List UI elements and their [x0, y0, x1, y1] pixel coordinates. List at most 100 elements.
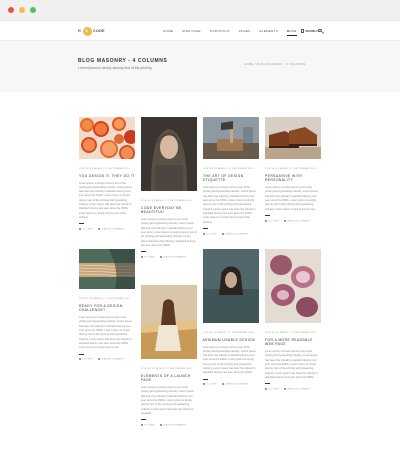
page-title: BLOG MASONRY - 4 COLUMNS	[78, 58, 168, 64]
post-excerpt: Lorem ipsum is simply dummy text of the …	[141, 218, 197, 247]
cart-button[interactable]: $0 ITEMS	[301, 29, 319, 33]
comment-link[interactable]: LEAVE A COMMENT	[283, 219, 311, 223]
nav-item-blog[interactable]: BLOG	[287, 21, 297, 41]
heart-icon	[79, 358, 81, 361]
nav-item-pages[interactable]: PAGES	[239, 21, 251, 41]
likes-link[interactable]: 15 LIKES	[79, 228, 93, 231]
post-image-boots[interactable]	[265, 117, 321, 159]
comment-label: LEAVE A COMMENT	[100, 358, 125, 361]
read-more-bar[interactable]	[141, 419, 146, 421]
comment-icon	[283, 219, 286, 222]
post-meta: POSTED BY ADMIN | 17 SEPTEMBER 2015	[141, 368, 192, 370]
heart-icon	[141, 256, 143, 259]
minimize-dot-icon[interactable]	[19, 7, 25, 13]
close-dot-icon[interactable]	[8, 7, 14, 13]
post-excerpt: Lorem ipsum is simply dummy text of the …	[265, 350, 318, 379]
post-title[interactable]: PERSUASIVE WITH PERSONALITY	[265, 174, 321, 183]
likes-link[interactable]: 15 LIKES	[203, 232, 217, 236]
comment-link[interactable]: LEAVE A COMMENT	[221, 232, 249, 235]
post-excerpt: Lorem ipsum is simply dummy text of the …	[141, 386, 194, 415]
post-meta: POSTED BY ADMIN | 17 SEPTEMBER 2015	[141, 200, 192, 202]
site-logo[interactable]: H D CODE	[78, 26, 105, 36]
post-excerpt: Lorem ipsum is simply dummy text of the …	[79, 181, 133, 219]
comment-icon	[221, 232, 224, 235]
comment-icon	[159, 256, 162, 259]
post-footer: 15 LIKES LEAVE A COMMENT	[265, 219, 321, 223]
post-image-onions[interactable]	[265, 249, 321, 323]
post-image-water[interactable]	[203, 249, 259, 323]
heart-icon	[265, 219, 267, 222]
post-title[interactable]: YOU DESIGN IT, THEY DO IT	[79, 174, 135, 179]
comment-label: LEAVE A COMMENT	[162, 256, 187, 259]
read-more-bar[interactable]	[265, 214, 270, 216]
post-excerpt: Lorem ipsum is simply dummy text of the …	[203, 186, 257, 224]
post-image-axe[interactable]	[203, 117, 259, 159]
comment-link[interactable]: LEAVE A COMMENT	[159, 424, 187, 427]
likes-count: 15 LIKES	[144, 256, 155, 259]
comment-icon	[283, 388, 286, 391]
search-icon[interactable]	[318, 28, 322, 32]
comment-label: LEAVE A COMMENT	[162, 424, 187, 427]
comment-label: LEAVE A COMMENT	[286, 220, 311, 223]
nav-item-home[interactable]: HOME	[163, 21, 173, 41]
blog-post: POSTED BY ADMIN | 17 SEPTEMBER 2015 PERS…	[265, 117, 321, 222]
post-title[interactable]: CODE EVERYDAY BE BEAUTIFUL!	[141, 206, 197, 215]
heart-icon	[79, 228, 81, 231]
blog-post: POSTED BY ADMIN | 17 SEPTEMBER 2015 CODE…	[141, 117, 197, 259]
likes-count: 15 LIKES	[268, 220, 279, 223]
read-more-bar[interactable]	[203, 378, 208, 380]
likes-count: 15 LIKES	[82, 228, 93, 231]
post-title[interactable]: ELEMENTS OF A LAUNCH PAGE	[141, 374, 197, 383]
comment-icon	[97, 228, 100, 231]
logo-text: CODE	[93, 29, 105, 33]
title-bar: BLOG MASONRY - 4 COLUMNS Lorem ipsum is …	[0, 41, 400, 92]
post-title[interactable]: FOR A MORE READABLE WEB PAGE	[265, 338, 321, 347]
likes-link[interactable]: 15 LIKES	[265, 388, 279, 391]
post-title[interactable]: READY FOR A DESIGN CHALLENGE?	[79, 304, 135, 313]
post-title[interactable]: MINIMUM USABLE DESIGN	[203, 338, 259, 343]
post-meta: POSTED BY ADMIN | 17 SEPTEMBER 2015	[79, 168, 130, 170]
post-title[interactable]: THE ART OF DESIGN ETIQUETTE	[203, 174, 259, 183]
post-image-field[interactable]	[141, 285, 197, 359]
logo-mark-icon: D	[82, 26, 92, 36]
browser-chrome	[0, 0, 400, 21]
likes-link[interactable]: 15 LIKES	[141, 424, 155, 427]
maximize-dot-icon[interactable]	[30, 7, 36, 13]
post-image-oranges[interactable]	[79, 117, 138, 161]
nav-item-elements[interactable]: ELEMENTS	[259, 21, 278, 41]
page-subtitle: Lorem ipsum is simply dummy text of the …	[78, 66, 152, 70]
blog-post: POSTED BY ADMIN | 17 SEPTEMBER 2015 THE …	[203, 117, 259, 235]
heart-icon	[141, 424, 143, 427]
post-meta: POSTED BY ADMIN | 17 SEPTEMBER 2015	[265, 168, 316, 170]
comment-link[interactable]: LEAVE A COMMENT	[97, 358, 125, 361]
nav-item-portfolio[interactable]: PORTFOLIO	[210, 21, 230, 41]
blog-post: POSTED BY ADMIN | 17 SEPTEMBER 2015 FOR …	[265, 249, 321, 391]
comment-label: LEAVE A COMMENT	[224, 384, 249, 387]
nav-item-side-page[interactable]: SIDE PAGE	[182, 21, 201, 41]
site-header: H D CODE HOME SIDE PAGE PORTFOLIO PAGES …	[0, 21, 400, 41]
comment-icon	[221, 383, 224, 386]
likes-link[interactable]: 15 LIKES	[141, 256, 155, 259]
comment-link[interactable]: LEAVE A COMMENT	[159, 256, 187, 259]
likes-count: 15 LIKES	[206, 233, 217, 236]
comment-link[interactable]: LEAVE A COMMENT	[221, 383, 249, 387]
post-image-guitar[interactable]	[78, 249, 136, 289]
post-footer: 15 LIKES LEAVE A COMMENT	[265, 388, 321, 391]
read-more-bar[interactable]	[141, 251, 146, 253]
comment-link[interactable]: LEAVE A COMMENT	[283, 388, 311, 391]
blog-post: POSTED BY ADMIN | 17 SEPTEMBER 2015 READ…	[78, 249, 136, 361]
likes-link[interactable]: 15 LIKES	[203, 383, 217, 386]
heart-icon	[203, 383, 205, 386]
comment-link[interactable]: LEAVE A COMMENT	[97, 228, 125, 231]
read-more-bar[interactable]	[203, 227, 208, 229]
read-more-bar[interactable]	[79, 223, 84, 225]
post-meta: POSTED BY ADMIN | 17 SEPTEMBER 2015	[79, 298, 130, 300]
likes-count: 15 LIKES	[82, 358, 93, 361]
likes-link[interactable]: 15 LIKES	[265, 219, 279, 223]
breadcrumb[interactable]: HOME / BLOG MASONRY - 4 COLUMNS	[244, 62, 305, 66]
read-more-bar[interactable]	[265, 383, 270, 385]
likes-link[interactable]: 15 LIKES	[79, 358, 93, 361]
post-image-portrait[interactable]	[141, 117, 197, 191]
comment-label: LEAVE A COMMENT	[100, 228, 125, 231]
read-more-bar[interactable]	[79, 353, 84, 355]
